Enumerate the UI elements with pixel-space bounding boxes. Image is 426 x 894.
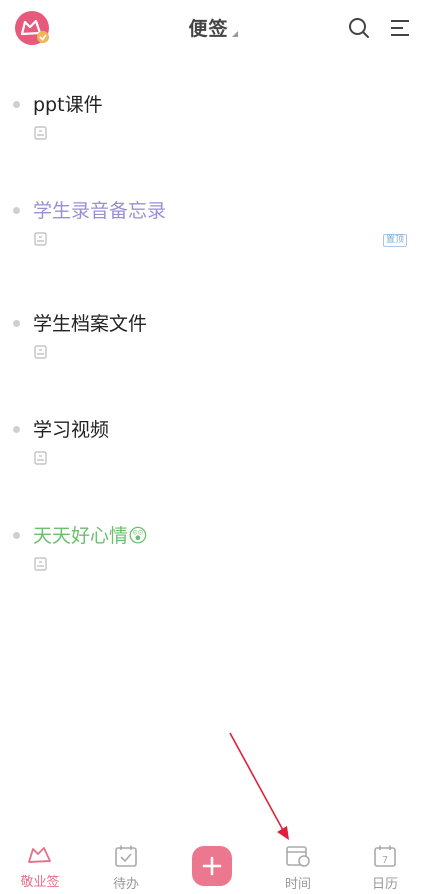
note-file-icon [34,450,47,465]
note-item[interactable]: ppt课件 [0,84,426,164]
search-icon[interactable] [347,16,371,40]
note-bullet [13,207,20,214]
note-bullet [13,426,20,433]
title-caret-icon [231,31,238,37]
bottom-tab-bar: 敬业签 待办 时间 7 日历 [0,830,426,894]
note-file-icon [34,125,47,140]
calendar-day: 7 [382,855,388,866]
note-item[interactable]: 学习视频 [0,409,426,489]
page-title: 便签 [188,18,229,40]
note-file-icon [34,231,47,246]
note-bullet [13,532,20,539]
tab-todo[interactable]: 待办 [90,830,162,894]
tab-jingyeqian[interactable]: 敬业签 [4,830,76,894]
add-note-button[interactable] [192,846,232,886]
note-file-icon [34,344,47,359]
note-item[interactable]: 学生录音备忘录 置顶 [0,190,426,270]
calendar-icon: 7 [374,845,396,867]
tab-label: 待办 [112,877,139,892]
note-file-icon [34,556,47,571]
note-title: ppt课件 [33,94,103,116]
note-title: 天天好心情😲 [33,525,148,547]
tab-calendar[interactable]: 7 日历 [349,830,421,894]
tab-time[interactable]: 时间 [262,830,334,894]
time-calendar-icon [286,846,310,867]
tab-label: 时间 [284,877,311,892]
plus-icon [202,856,222,876]
pinned-badge: 置顶 [383,234,408,247]
note-bullet [13,320,20,327]
todo-check-icon [115,845,137,867]
cat-icon [28,847,51,863]
app-header: 便签 [0,0,426,60]
note-title: 学习视频 [33,419,110,441]
note-item[interactable]: 天天好心情😲 [0,515,426,595]
tab-label: 敬业签 [20,875,60,890]
note-bullet [13,101,20,108]
note-item[interactable]: 学生档案文件 [0,303,426,383]
menu-icon[interactable] [388,16,412,40]
tab-label: 日历 [371,877,398,892]
note-title: 学生档案文件 [33,313,148,335]
note-title: 学生录音备忘录 [33,200,167,222]
